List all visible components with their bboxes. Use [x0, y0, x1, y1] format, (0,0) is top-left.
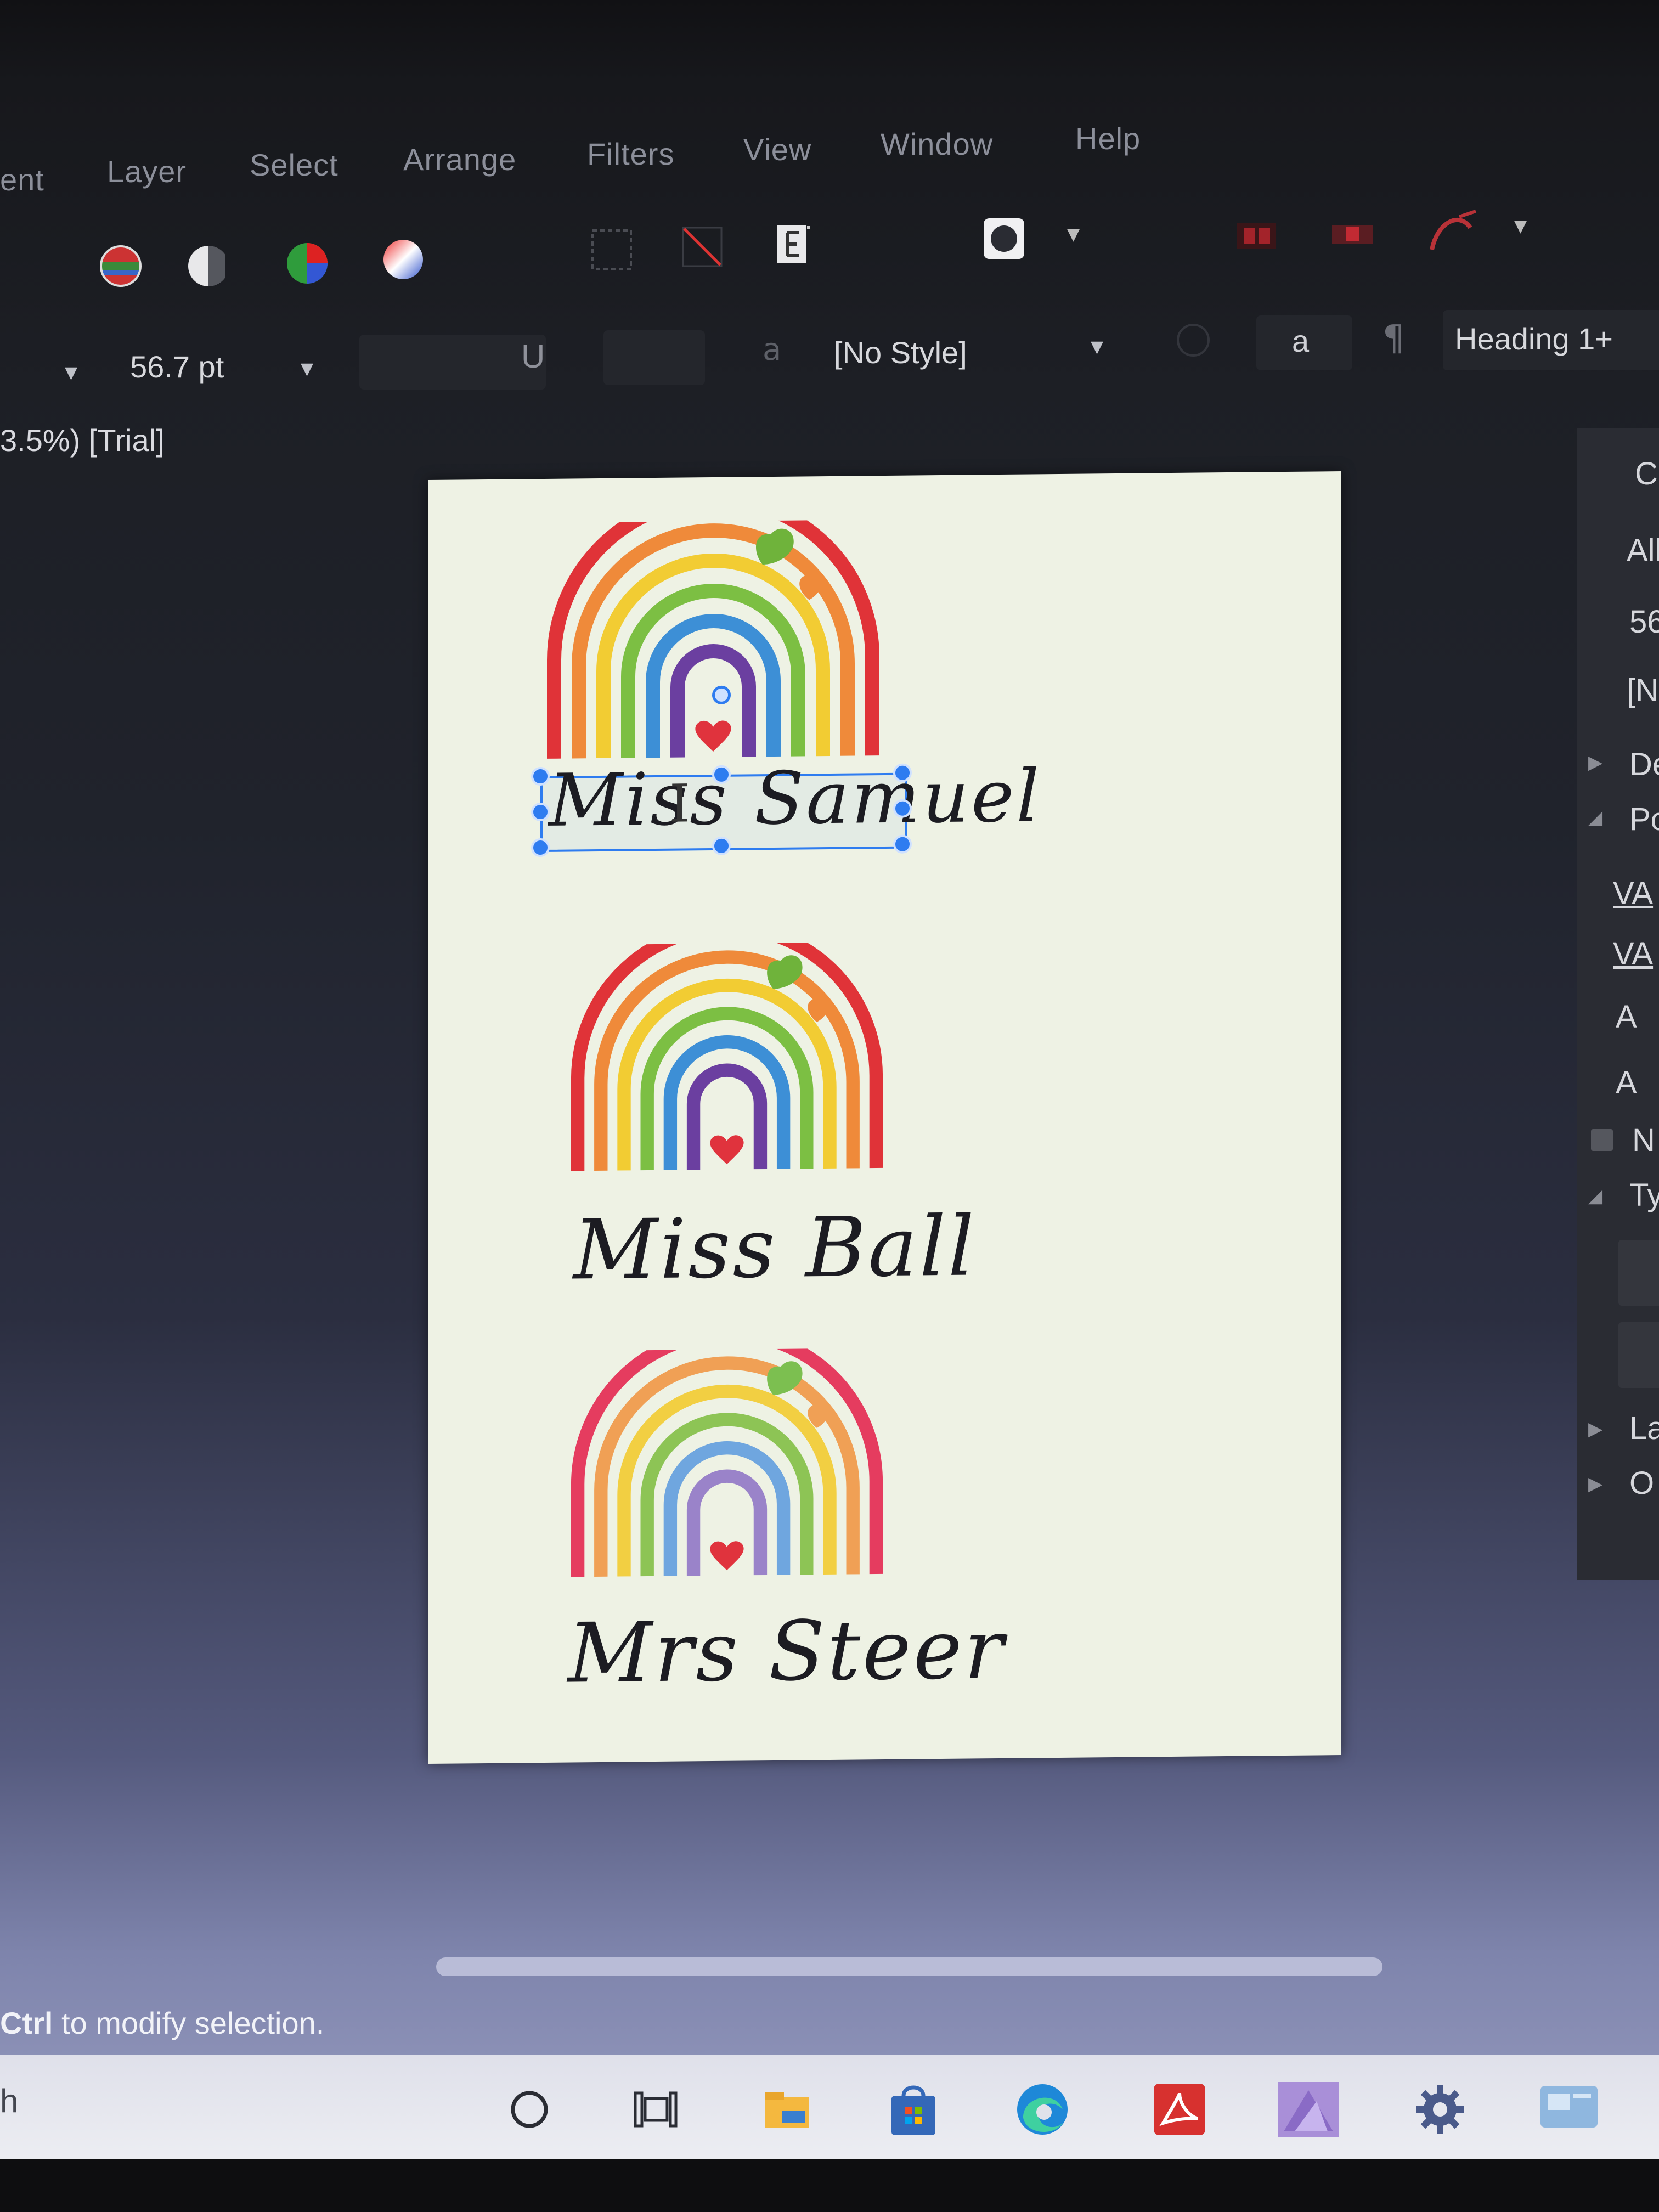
rainbow-graphic[interactable]	[538, 519, 889, 764]
collapse-arrow-icon[interactable]: ◢	[1588, 806, 1602, 828]
monitor-bezel	[0, 2159, 1659, 2212]
selection-handle-top-center[interactable]	[712, 765, 731, 785]
toolbar: ▼ ▼	[0, 203, 1659, 307]
font-size-chevron-icon[interactable]: ▼	[301, 359, 313, 379]
pen-dropdown-chevron-icon[interactable]: ▼	[1514, 217, 1527, 236]
menu-select[interactable]: Select	[250, 147, 338, 183]
char-panel-button[interactable]: a	[1256, 315, 1352, 370]
stroke-dropdown-chevron-icon[interactable]: ▼	[1067, 225, 1080, 244]
rotate-handle[interactable]	[712, 685, 731, 705]
no-fill-icon[interactable]	[678, 222, 727, 272]
horizontal-scrollbar[interactable]	[436, 1957, 1383, 1976]
font-family-chevron-icon[interactable]: ▼	[65, 363, 77, 382]
cortana-circle-icon[interactable]	[507, 2087, 551, 2131]
color-balance-icon[interactable]	[283, 239, 332, 288]
menu-document[interactable]: ent	[0, 162, 44, 198]
store-icon[interactable]	[886, 2079, 941, 2140]
gradient-icon[interactable]	[379, 235, 428, 284]
panel-section-typography[interactable]: Ty	[1629, 1177, 1659, 1214]
selection-handle-bottom-left[interactable]	[531, 838, 550, 857]
panel-section-opentype[interactable]: O	[1629, 1465, 1654, 1502]
menu-bar: ent Layer Select Arrange Filters View Wi…	[0, 99, 1659, 203]
paragraph-icon[interactable]: ¶	[1383, 318, 1405, 359]
name-text-3[interactable]: Mrs Steer	[568, 1602, 1006, 1702]
selection-handle-bottom-center[interactable]	[712, 836, 731, 856]
app-icon[interactable]	[1536, 2079, 1602, 2134]
style-dropdown[interactable]: [No Style]	[815, 324, 1122, 381]
status-bar: Ctrl to modify selection.	[0, 2005, 1591, 2049]
status-key: Ctrl	[0, 2006, 53, 2040]
style-chevron-icon[interactable]: ▼	[1091, 337, 1103, 357]
menu-view[interactable]: View	[743, 132, 811, 167]
settings-icon[interactable]	[1413, 2082, 1468, 2137]
panel-font-size[interactable]: 56	[1629, 603, 1659, 640]
collapse-arrow-icon-2[interactable]: ◢	[1588, 1185, 1602, 1207]
style-value: [No Style]	[834, 335, 967, 370]
menu-window[interactable]: Window	[881, 126, 993, 162]
panel-section-decorations[interactable]: De	[1629, 746, 1659, 783]
text-frame-icon[interactable]	[771, 219, 820, 269]
menu-layer[interactable]: Layer	[107, 154, 187, 189]
menu-arrange[interactable]: Arrange	[403, 142, 516, 177]
kerning-icon[interactable]: VA	[1613, 875, 1653, 912]
screen: ent Layer Select Arrange Filters View Wi…	[0, 0, 1659, 2212]
selection-handle-middle-right[interactable]	[893, 799, 912, 818]
checkbox[interactable]	[1591, 1129, 1613, 1151]
affinity-icon[interactable]	[1276, 2079, 1341, 2140]
channels-icon[interactable]	[96, 241, 145, 291]
pen-node-icon[interactable]	[1426, 206, 1487, 255]
expand-arrow-icon-2[interactable]: ▶	[1588, 1418, 1602, 1440]
windows-taskbar	[0, 2055, 1659, 2159]
text-cursor-icon: I	[669, 774, 690, 834]
name-text-1[interactable]: Miss Samuel	[549, 754, 1041, 843]
typography-button-1[interactable]	[1618, 1240, 1659, 1306]
marquee-icon[interactable]	[587, 225, 636, 274]
character-panel: C All 56 [N ▶ De ◢ Po VA VA A A N ◢ Ty ▶…	[1577, 428, 1659, 1580]
paragraph-style-value: Heading 1+	[1455, 321, 1613, 356]
selection-handle-bottom-right[interactable]	[893, 834, 912, 854]
name-text-2[interactable]: Miss Ball	[573, 1199, 977, 1298]
selection-handle-top-left[interactable]	[531, 766, 550, 786]
stroke-icon[interactable]	[979, 214, 1029, 263]
distribute-icon[interactable]	[1328, 210, 1377, 259]
menu-filters[interactable]: Filters	[587, 136, 674, 172]
expand-arrow-icon-3[interactable]: ▶	[1588, 1473, 1602, 1495]
text-style-icon[interactable]	[1171, 318, 1215, 362]
font-size-value: 56.7 pt	[130, 349, 224, 384]
panel-checkbox-label: N	[1632, 1122, 1655, 1158]
rainbow-graphic[interactable]	[562, 1347, 891, 1587]
status-message: to modify selection.	[53, 2006, 325, 2040]
taskbar-search-box[interactable]: h	[0, 2082, 18, 2120]
file-explorer-icon[interactable]	[760, 2082, 815, 2137]
align-icon[interactable]	[1232, 211, 1281, 261]
menu-help[interactable]: Help	[1075, 121, 1141, 156]
panel-section-positioning[interactable]: Po	[1629, 801, 1659, 838]
underline-button[interactable]: U	[521, 337, 545, 375]
font-color-field[interactable]	[603, 330, 705, 385]
contrast-icon[interactable]	[187, 241, 225, 291]
expand-arrow-icon[interactable]: ▶	[1588, 752, 1602, 774]
task-view-icon[interactable]	[631, 2087, 680, 2131]
context-toolbar: ▼ 56.7 pt ▼ U a [No Style] ▼ a ¶ Heading…	[0, 310, 1659, 395]
font-size-field[interactable]: 56.7 pt	[118, 340, 326, 392]
panel-style[interactable]: [N	[1627, 672, 1658, 709]
leading-icon[interactable]: A	[1616, 1064, 1637, 1101]
typography-button-2[interactable]	[1618, 1322, 1659, 1388]
panel-section-language[interactable]: La	[1629, 1410, 1659, 1447]
acrobat-icon[interactable]	[1149, 2079, 1210, 2140]
tracking-icon[interactable]: VA	[1613, 935, 1653, 972]
selection-handle-top-right[interactable]	[893, 763, 912, 782]
edge-icon[interactable]	[1012, 2079, 1073, 2140]
document-page[interactable]: Miss Samuel I Miss Ball Mrs Steer	[428, 471, 1341, 1764]
document-tab-title[interactable]: 3.5%) [Trial]	[0, 422, 165, 458]
paragraph-style-dropdown[interactable]: Heading 1+	[1443, 310, 1659, 370]
char-panel-label: a	[1292, 324, 1310, 358]
panel-tab-character[interactable]: C	[1635, 455, 1658, 492]
baseline-icon[interactable]: A	[1616, 998, 1637, 1035]
char-style-icon[interactable]: a	[763, 332, 781, 368]
font-weight-field[interactable]	[359, 335, 546, 390]
selection-handle-middle-left[interactable]	[531, 802, 550, 822]
panel-font-family[interactable]: All	[1627, 532, 1659, 569]
rainbow-graphic[interactable]	[562, 941, 891, 1181]
